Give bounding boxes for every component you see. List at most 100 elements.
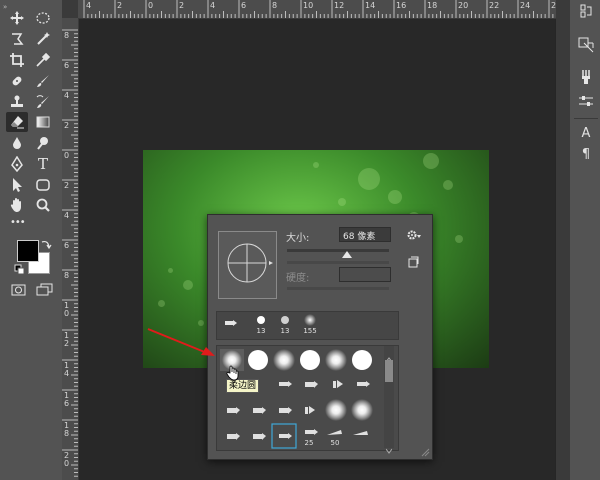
brush-tip-row4-4[interactable]	[305, 429, 318, 435]
red-arrow-annotation	[147, 328, 215, 356]
hand-tool-icon[interactable]	[6, 195, 28, 215]
brush-tip-row4-3-selected[interactable]	[271, 423, 297, 449]
brush-hard-round-3[interactable]	[300, 350, 320, 370]
ruler-label: 2	[64, 181, 70, 190]
brush-tip-preview[interactable]	[218, 231, 277, 299]
history-brush-tool-icon[interactable]	[32, 92, 54, 112]
ruler-label: 1 8	[64, 421, 70, 438]
brush-tip-row3-4[interactable]	[305, 406, 315, 414]
brush-tip-row4-6[interactable]	[353, 431, 368, 435]
new-preset-icon[interactable]	[407, 256, 419, 268]
crop-tool-icon[interactable]	[6, 50, 28, 70]
brush-hard-round-5[interactable]	[352, 350, 372, 370]
brush-recent-4-icon[interactable]	[304, 314, 316, 326]
dodge-tool-icon[interactable]	[32, 133, 54, 153]
foreground-color-swatch[interactable]	[17, 240, 39, 262]
brush-settings-icon[interactable]	[576, 68, 596, 86]
paragraph-panel-icon[interactable]: ¶	[576, 145, 596, 163]
default-colors-icon[interactable]	[14, 264, 26, 276]
brush-tip-row4-2[interactable]	[253, 433, 266, 440]
brush-tooltip: 柔边圆	[226, 379, 260, 393]
ruler-label: 24	[520, 1, 531, 10]
panel-dock-gap	[556, 0, 569, 480]
hardness-slider[interactable]	[287, 287, 389, 290]
brush-tool-icon[interactable]	[32, 71, 54, 91]
adjustments-icon[interactable]	[576, 36, 596, 54]
scroll-thumb[interactable]	[385, 360, 393, 382]
ruler-label: 20	[458, 1, 469, 10]
gradient-tool-icon[interactable]	[32, 112, 54, 132]
scroll-up-icon[interactable]	[385, 348, 393, 363]
healing-brush-tool-icon[interactable]	[6, 71, 28, 91]
brush-tip-row2-5[interactable]	[333, 380, 343, 388]
ruler-label: 0	[64, 151, 70, 160]
brush-soft-round-row3-5[interactable]	[325, 399, 347, 421]
brush-recent-2-icon[interactable]	[256, 315, 266, 325]
ruler-label: 14	[365, 1, 376, 10]
marquee-tool-icon[interactable]	[32, 8, 54, 28]
brush-soft-round-2[interactable]	[273, 349, 295, 371]
properties-sliders-icon[interactable]	[576, 92, 596, 110]
path-selection-tool-icon[interactable]	[6, 175, 28, 195]
ruler-label: 1 4	[64, 361, 70, 378]
ruler-label: 1 0	[64, 301, 70, 318]
clone-stamp-tool-icon[interactable]	[6, 92, 28, 112]
brush-soft-round-4[interactable]	[325, 349, 347, 371]
screen-mode-icon[interactable]	[36, 283, 54, 297]
character-panel-icon[interactable]: A	[576, 124, 596, 142]
hand-cursor-icon	[226, 365, 239, 381]
brush-grid-scrollbar[interactable]	[384, 346, 394, 454]
zoom-tool-icon[interactable]	[32, 195, 54, 215]
brush-tip-row3-2[interactable]	[253, 407, 266, 414]
ruler-origin[interactable]	[62, 0, 78, 18]
brush-soft-round-row3-6[interactable]	[351, 399, 373, 421]
size-slider[interactable]	[287, 249, 389, 252]
brush-tip-row2-6[interactable]	[357, 381, 370, 387]
recent-size-1: 13	[256, 327, 266, 335]
ruler-label: 6	[64, 241, 70, 250]
magic-wand-tool-icon[interactable]	[32, 29, 54, 49]
brush-hard-round-1[interactable]	[248, 350, 268, 370]
hardness-label: 硬度:	[286, 273, 310, 284]
history-icon[interactable]	[576, 2, 596, 20]
panel-divider	[574, 118, 598, 119]
pen-tool-icon[interactable]	[6, 154, 28, 174]
ruler-label: 6	[64, 61, 70, 70]
brush-tip-row3-1[interactable]	[227, 407, 240, 414]
horizontal-ruler[interactable]: 4202468101214161820222426	[78, 0, 561, 19]
swap-colors-icon[interactable]	[40, 238, 52, 250]
brush-tip-row4-1[interactable]	[227, 433, 240, 440]
hardness-input[interactable]	[339, 267, 391, 282]
eyedropper-tool-icon[interactable]	[32, 50, 54, 70]
ruler-label: 10	[303, 1, 314, 10]
ruler-label: 2	[117, 1, 123, 10]
brush-recent-3-icon[interactable]	[280, 315, 290, 325]
ruler-label: 8	[64, 31, 70, 40]
eraser-tool-icon[interactable]	[6, 112, 28, 132]
type-tool-icon[interactable]: T	[32, 154, 54, 174]
size-input[interactable]: 68 像素	[339, 227, 391, 242]
scroll-down-icon[interactable]	[385, 439, 393, 454]
blur-tool-icon[interactable]	[6, 133, 28, 153]
gear-icon[interactable]	[406, 229, 422, 241]
resize-grip-icon[interactable]	[420, 447, 430, 457]
lasso-tool-icon[interactable]	[6, 29, 28, 49]
quick-mask-icon[interactable]	[11, 283, 27, 297]
ruler-label: 12	[334, 1, 345, 10]
size-slider-handle[interactable]	[342, 251, 352, 259]
brush-tip-row2-4[interactable]	[305, 381, 318, 388]
ruler-label: 2	[64, 121, 70, 130]
ruler-label: 0	[148, 1, 154, 10]
more-tools-icon[interactable]: •••	[10, 217, 26, 228]
brush-tip-row3-3[interactable]	[279, 407, 292, 414]
vertical-ruler[interactable]: 8 6 4 2 0 2 4 6 8 1 0 1 2 1 4 1 6 1 8 2 0	[62, 18, 79, 480]
brush-recent-1-icon[interactable]	[224, 318, 238, 328]
right-panel-dock: A ¶	[569, 0, 600, 480]
brush-tip-row2-3[interactable]	[279, 381, 292, 387]
preset-size-1: 25	[304, 439, 314, 447]
rectangle-tool-icon[interactable]	[32, 175, 54, 195]
ruler-label: 4	[64, 211, 70, 220]
move-tool-icon[interactable]	[6, 8, 28, 28]
brush-tip-row4-5[interactable]	[327, 430, 342, 435]
brush-preset-picker: 大小: 68 像素 硬度: 13 13 155 25 50 柔边圆	[207, 214, 433, 460]
